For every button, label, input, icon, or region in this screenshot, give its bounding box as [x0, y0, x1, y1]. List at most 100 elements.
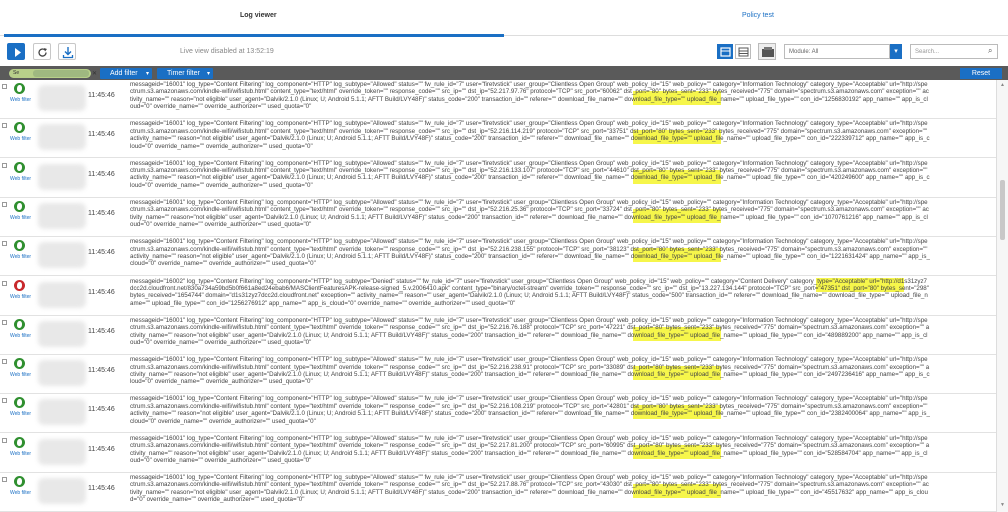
- log-type-label: Web filter: [10, 97, 32, 103]
- log-time: 11:45:46: [88, 406, 115, 414]
- log-time: 11:45:46: [88, 170, 115, 178]
- redacted-device: [38, 202, 86, 229]
- row-checkbox[interactable]: [2, 359, 7, 365]
- log-type-label: Web filter: [10, 136, 32, 143]
- device-icon: [762, 47, 774, 57]
- table-row[interactable]: Web filter 11:45:46 messageid="16001" log_…: [0, 237, 996, 277]
- row-checkbox[interactable]: [2, 162, 7, 168]
- table-row[interactable]: Web filter 11:45:46 messageid="16001" log_…: [0, 315, 996, 355]
- scroll-down-icon[interactable]: ▼: [1000, 502, 1005, 508]
- row-checkbox[interactable]: [2, 437, 7, 443]
- row-checkbox[interactable]: [2, 123, 7, 129]
- log-message: messageid="16001" log_type="Content Filt…: [130, 356, 930, 386]
- globe-icon: [14, 476, 25, 487]
- timer-filter-button[interactable]: Timer filter ▾: [157, 68, 213, 79]
- redacted-filter-value: [33, 70, 89, 77]
- redacted-device: [38, 85, 86, 111]
- globe-icon: [14, 358, 25, 370]
- log-type-label: Web filter: [10, 175, 32, 182]
- globe-icon: [14, 397, 25, 409]
- log-time: 11:45:46: [88, 209, 115, 217]
- row-checkbox[interactable]: [2, 84, 7, 89]
- log-type-label: Web filter: [10, 293, 32, 300]
- log-time: 11:45:46: [88, 92, 115, 99]
- add-filter-label: Add filter: [110, 70, 138, 77]
- search-input[interactable]: Search...: [910, 44, 998, 59]
- play-icon: [15, 48, 21, 57]
- timer-filter-label: Timer filter: [167, 70, 200, 77]
- log-message: messageid="16001" log_type="Content Filt…: [130, 159, 930, 189]
- log-message: messageid="16001" log_type="Content Filt…: [130, 395, 930, 425]
- log-list: Web filter 11:45:46 messageid="16001" log_…: [0, 80, 996, 512]
- row-checkbox[interactable]: [2, 201, 7, 207]
- table-row[interactable]: Web filter 11:45:46 messageid="16001" log_…: [0, 158, 996, 198]
- log-time: 11:45:46: [88, 327, 115, 335]
- table-row[interactable]: Web filter 11:45:46 messageid="16001" log_…: [0, 433, 996, 473]
- row-checkbox[interactable]: [2, 241, 7, 247]
- active-tab-indicator: [4, 34, 504, 37]
- export-button[interactable]: [58, 43, 76, 60]
- log-type-label: Web filter: [10, 411, 32, 418]
- log-time: 11:45:46: [88, 485, 115, 492]
- play-button[interactable]: [7, 43, 25, 60]
- globe-icon: [14, 318, 25, 330]
- download-icon: [62, 47, 74, 59]
- search-icon[interactable]: ⌕: [988, 46, 992, 56]
- module-select[interactable]: Module: All: [784, 44, 890, 59]
- log-type-label: Web filter: [10, 490, 32, 496]
- table-row[interactable]: Web filter 11:45:46 messageid="16002" log_…: [0, 276, 996, 316]
- log-message: messageid="16001" log_type="Content Filt…: [130, 198, 929, 229]
- log-message: messageid="16001" log_type="Content Filt…: [130, 316, 930, 347]
- log-message: messageid="16001" log_type="Content Filt…: [130, 238, 930, 268]
- log-time: 11:45:46: [88, 445, 115, 453]
- tab-policy-test[interactable]: Policy test: [742, 12, 774, 19]
- row-checkbox[interactable]: [2, 319, 7, 325]
- table-row[interactable]: Web filter 11:45:46 messageid="16001" log_…: [0, 197, 996, 237]
- globe-icon: [14, 122, 25, 134]
- table-row[interactable]: Web filter 11:45:46 messageid="16001" log_…: [0, 119, 996, 159]
- log-message: messageid="16001" log_type="Content Filt…: [130, 434, 930, 464]
- log-message: messageid="16001" log_type="Content Filt…: [130, 474, 929, 504]
- redacted-device: [38, 478, 86, 504]
- reset-button[interactable]: Reset: [960, 68, 1002, 79]
- table-row[interactable]: Web filter 11:45:46 messageid="16001" log_…: [0, 355, 996, 395]
- scrollbar[interactable]: ▲ ▼: [996, 80, 1008, 512]
- chevron-down-icon[interactable]: ▾: [890, 44, 902, 59]
- grid-view-button[interactable]: [735, 44, 751, 59]
- row-checkbox[interactable]: [2, 477, 7, 482]
- scrollbar-thumb[interactable]: [1000, 180, 1005, 240]
- table-row[interactable]: Web filter 11:45:46 messageid="16001" log_…: [0, 80, 996, 119]
- row-checkbox[interactable]: [2, 280, 7, 286]
- globe-icon: [14, 200, 25, 212]
- redacted-device: [38, 242, 86, 269]
- filter-chip-label: Se: [13, 70, 20, 76]
- log-time: 11:45:46: [88, 249, 115, 257]
- redacted-device: [38, 399, 86, 426]
- tab-log-viewer[interactable]: Log viewer: [240, 12, 277, 19]
- redacted-device: [38, 438, 86, 465]
- table-row[interactable]: Web filter 11:45:46 messageid="16001" log_…: [0, 473, 996, 512]
- log-type-label: Web filter: [10, 332, 32, 339]
- filter-bar: Se ✕ Add filter ▾ Timer filter ▾ Reset: [0, 66, 1008, 80]
- log-type-label: Web filter: [10, 372, 32, 379]
- log-time: 11:45:46: [88, 131, 115, 139]
- filter-chip[interactable]: Se ✕: [9, 69, 97, 78]
- device-select-button[interactable]: [758, 43, 776, 60]
- refresh-button[interactable]: [33, 43, 51, 60]
- log-type-label: Web filter: [10, 214, 32, 221]
- scroll-up-icon[interactable]: ▲: [1000, 82, 1005, 88]
- chevron-down-icon: ▾: [145, 71, 149, 77]
- close-icon[interactable]: ✕: [92, 70, 97, 77]
- redacted-device: [38, 124, 86, 151]
- detailed-view-button[interactable]: [717, 44, 733, 59]
- globe-icon: [14, 436, 25, 448]
- refresh-icon: [38, 48, 47, 57]
- globe-icon: [14, 161, 25, 173]
- add-filter-button[interactable]: Add filter ▾: [100, 68, 152, 79]
- chevron-down-icon: ▾: [206, 71, 210, 77]
- row-checkbox[interactable]: [2, 398, 7, 404]
- log-message: messageid="16001" log_type="Content Filt…: [130, 81, 929, 111]
- table-row[interactable]: Web filter 11:45:46 messageid="16001" log_…: [0, 394, 996, 434]
- globe-icon: [14, 83, 25, 94]
- toolbar: Live view disabled at 13:52:19 Module: A…: [0, 38, 1008, 66]
